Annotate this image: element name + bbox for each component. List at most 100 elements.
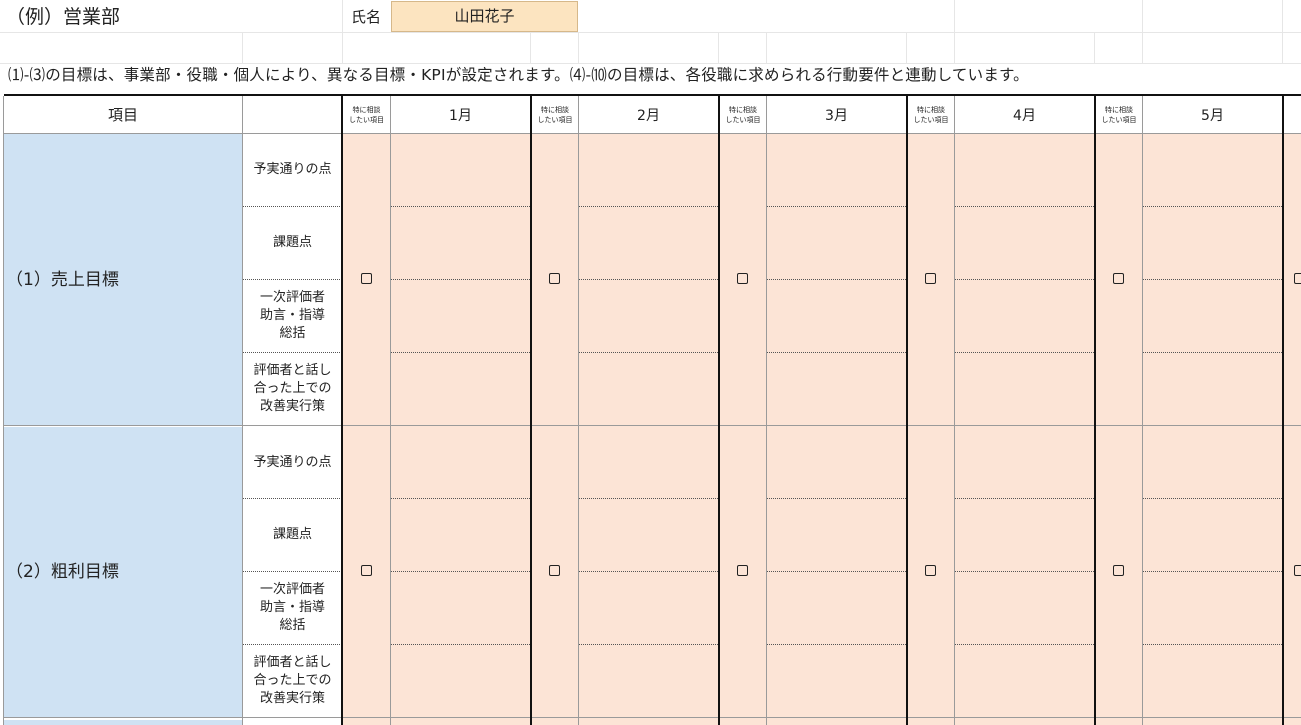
consult-header-1: 特に相談 したい項目 [343, 96, 390, 133]
section-title-sales-goal: （1）売上目標 [6, 270, 119, 290]
consult-header-line2: したい項目 [1101, 115, 1137, 124]
month-header-2: 2月 [579, 96, 718, 133]
subrow-result-label: 予実通りの点 [253, 454, 332, 470]
gridline [1282, 0, 1283, 63]
row-divider [579, 571, 718, 572]
subrow-issues: 課題点 [243, 499, 342, 571]
subrow-issues: 課題点 [243, 207, 342, 279]
consult-checkbox[interactable] [1113, 565, 1124, 576]
row-divider [1143, 644, 1282, 645]
gridline [954, 0, 955, 63]
month-group-border [1282, 94, 1284, 725]
month-label: 5月 [1201, 107, 1224, 124]
consult-header-line2: したい項目 [537, 115, 573, 124]
subrow-improvement-plan: 評価者と話し 合った上での 改善実行策 [243, 353, 342, 425]
subrow-line: 総括 [279, 326, 306, 341]
consult-header-3: 特に相談 したい項目 [720, 96, 766, 133]
row-divider [243, 206, 342, 207]
name-label: 氏名 [351, 8, 382, 26]
subrow-issues-label: 課題点 [272, 235, 312, 250]
department-title[interactable]: （例）営業部 [6, 2, 120, 32]
subrow-evaluator-advice: 一次評価者 助言・指導 総括 [243, 280, 342, 352]
subrow-line: 評価者と話し [253, 363, 332, 378]
gridline [342, 0, 343, 63]
consult-checkbox[interactable] [737, 565, 748, 576]
consult-checkbox[interactable] [361, 565, 372, 576]
entry-area-month-5[interactable] [1096, 134, 1282, 725]
col-divider [954, 96, 955, 725]
col-divider [578, 96, 579, 725]
gridline [530, 33, 531, 63]
consult-checkbox[interactable] [549, 273, 560, 284]
consult-header-line1: 特に相談 [541, 105, 569, 114]
consult-checkbox[interactable] [925, 565, 936, 576]
row-divider [579, 206, 718, 207]
consult-header-line2: したい項目 [349, 115, 384, 124]
gridline [1142, 0, 1143, 63]
consult-header-line2: したい項目 [725, 115, 761, 124]
row-divider [1143, 571, 1282, 572]
row-divider [579, 498, 718, 499]
consult-checkbox[interactable] [925, 273, 936, 284]
row-divider [579, 352, 718, 353]
row-divider [767, 498, 906, 499]
gridline [718, 33, 719, 63]
entry-area-month-2[interactable] [532, 134, 718, 725]
header-bottom-line [4, 133, 1301, 134]
section-title-gross-profit-goal: （2）粗利目標 [6, 562, 119, 582]
entry-area-month-4[interactable] [908, 134, 1094, 725]
month-label: 2月 [637, 107, 660, 124]
row-divider [955, 206, 1094, 207]
gridline [578, 33, 579, 63]
row-divider [243, 498, 342, 499]
subrow-line: 改善実行策 [259, 691, 325, 706]
consult-checkbox[interactable] [549, 565, 560, 576]
subrow-line: 一次評価者 [259, 290, 325, 305]
instruction-text: ⑴-⑶の目標は、事業部・役職・個人により、異なる目標・KPIが設定されます。⑷-… [8, 66, 1029, 84]
consult-checkbox[interactable] [361, 273, 372, 284]
gridline [242, 33, 243, 63]
month-header-3: 3月 [767, 96, 906, 133]
consult-header-5: 特に相談 したい項目 [1096, 96, 1142, 133]
subrow-line: 助言・指導 [259, 308, 325, 323]
row-divider [1143, 352, 1282, 353]
row-divider [955, 352, 1094, 353]
item-cell-section-3[interactable] [4, 720, 242, 725]
row-divider [243, 279, 342, 280]
row-divider [1143, 206, 1282, 207]
entry-area-month-1[interactable] [343, 134, 530, 725]
consult-header-line1: 特に相談 [1105, 105, 1133, 114]
row-divider [955, 571, 1094, 572]
col-divider [3, 96, 4, 725]
col-divider [766, 96, 767, 725]
gridline [906, 33, 907, 63]
row-divider [391, 644, 530, 645]
row-divider [391, 352, 530, 353]
consult-checkbox[interactable] [1294, 273, 1301, 284]
name-input-cell[interactable]: 山田花子 [391, 1, 578, 32]
month-group-border [530, 94, 532, 725]
row-divider [1143, 279, 1282, 280]
month-label: 3月 [825, 107, 848, 124]
consult-header-2: 特に相談 したい項目 [532, 96, 578, 133]
row-divider [391, 498, 530, 499]
row-divider [1143, 498, 1282, 499]
row-divider [579, 279, 718, 280]
subrow-result-label: 予実通りの点 [253, 162, 332, 177]
row-divider [955, 498, 1094, 499]
consult-checkbox[interactable] [737, 273, 748, 284]
month-label: 4月 [1013, 107, 1036, 124]
subrow-issues-label: 課題点 [272, 527, 312, 542]
row-divider [955, 644, 1094, 645]
row-divider [767, 206, 906, 207]
item-header: 項目 [4, 96, 242, 133]
consult-header-4: 特に相談 したい項目 [908, 96, 954, 133]
entry-area-month-3[interactable] [720, 134, 906, 725]
consult-header-line2: したい項目 [913, 115, 949, 124]
consult-checkbox[interactable] [1113, 273, 1124, 284]
consult-checkbox[interactable] [1294, 565, 1301, 576]
row-divider [243, 352, 342, 353]
entry-area-month-6[interactable] [1284, 134, 1301, 725]
subrow-evaluator-advice: 一次評価者 助言・指導 総括 [243, 572, 342, 644]
month-group-border [1094, 94, 1096, 725]
